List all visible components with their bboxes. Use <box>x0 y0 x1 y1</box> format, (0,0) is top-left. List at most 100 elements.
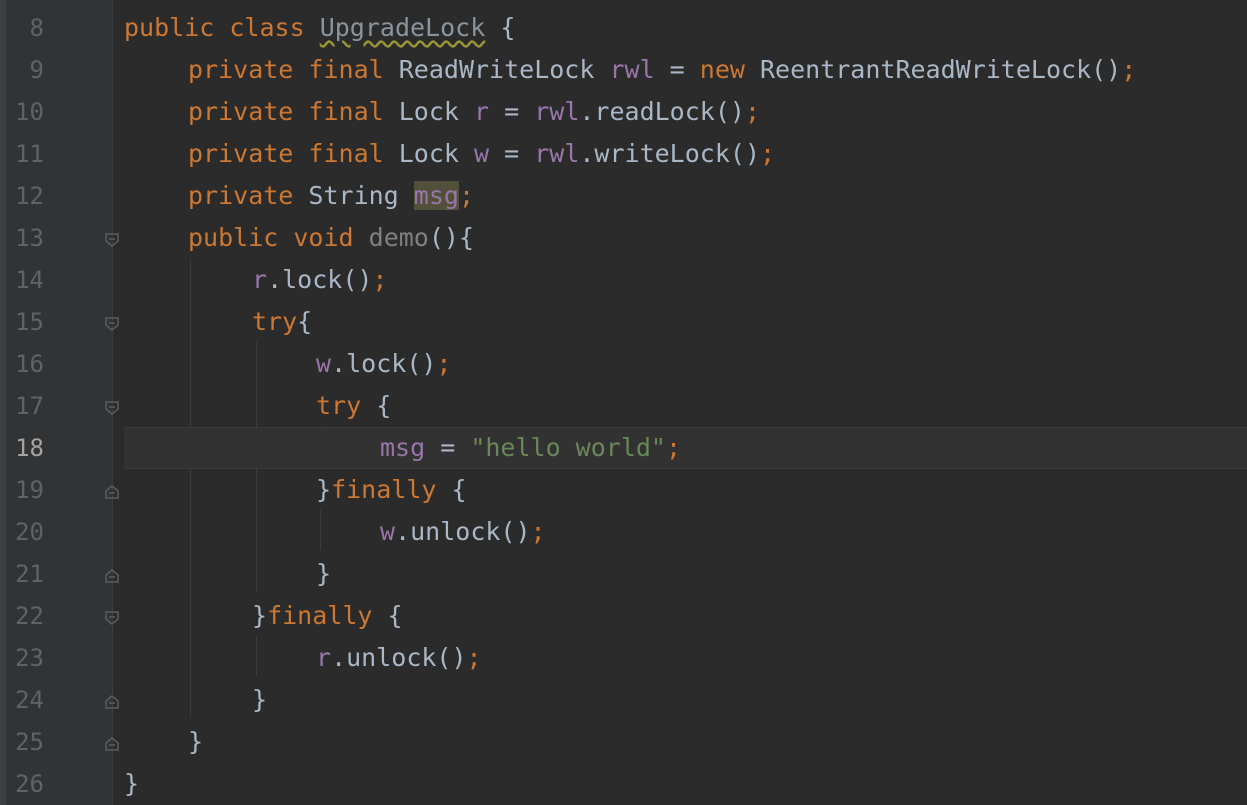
code-line[interactable]: 20 w.unlock(); <box>0 511 1247 553</box>
code-token: Lock <box>383 97 474 126</box>
semicolon: ; <box>466 643 482 672</box>
code-token: { <box>297 307 313 336</box>
code-text[interactable]: }finally { <box>316 475 467 505</box>
keyword: public <box>188 223 279 252</box>
keyword: finally <box>267 601 373 630</box>
code-token: String <box>293 181 414 210</box>
fold-collapse-icon[interactable] <box>103 609 121 627</box>
code-text[interactable]: private final Lock r = rwl.readLock(); <box>188 97 760 127</box>
semicolon: ; <box>458 181 474 210</box>
line-number: 19 <box>15 476 44 504</box>
code-token: (){ <box>428 223 475 252</box>
code-token: } <box>316 475 332 504</box>
code-line[interactable]: 19 }finally { <box>0 469 1247 511</box>
line-number: 22 <box>15 602 44 630</box>
code-text[interactable]: msg = "hello world"; <box>380 433 681 463</box>
field: r <box>252 265 268 294</box>
code-line[interactable]: 15 try{ <box>0 301 1247 343</box>
code-line[interactable]: 12 private String msg; <box>0 175 1247 217</box>
field: r <box>474 97 490 126</box>
line-number: 18 <box>15 434 44 462</box>
keyword: final <box>308 55 384 84</box>
semicolon: ; <box>760 139 776 168</box>
line-number: 14 <box>15 266 44 294</box>
current-code-line[interactable]: 18 msg = "hello world"; <box>0 427 1247 469</box>
fold-collapse-icon[interactable] <box>103 399 121 417</box>
code-token: = <box>425 433 471 462</box>
code-token: .unlock() <box>395 517 531 546</box>
code-token: .unlock() <box>331 643 467 672</box>
code-token: { <box>372 601 403 630</box>
fold-end-icon[interactable] <box>103 735 121 753</box>
keyword: public <box>124 13 215 42</box>
line-number: 11 <box>15 140 44 168</box>
code-text[interactable]: private final Lock w = rwl.writeLock(); <box>188 139 775 169</box>
line-number: 21 <box>15 560 44 588</box>
code-line[interactable]: 22 }finally { <box>0 595 1247 637</box>
code-text[interactable]: r.lock(); <box>252 265 387 295</box>
code-line[interactable]: 16 w.lock(); <box>0 343 1247 385</box>
semicolon: ; <box>530 517 546 546</box>
line-number: 16 <box>15 350 44 378</box>
code-text[interactable]: } <box>124 769 139 799</box>
code-line[interactable]: 21 } <box>0 553 1247 595</box>
fold-end-icon[interactable] <box>103 567 121 585</box>
field: w <box>380 517 396 546</box>
code-text[interactable]: private String msg; <box>188 181 474 211</box>
code-line[interactable]: 17 try { <box>0 385 1247 427</box>
code-text[interactable]: } <box>188 727 203 757</box>
code-editor[interactable]: 8 public class UpgradeLock { 9 private f… <box>0 0 1247 805</box>
code-token: { <box>436 475 467 504</box>
current-line-highlight <box>124 427 1247 469</box>
string-literal: "hello world" <box>470 433 666 462</box>
code-line[interactable]: 10 private final Lock r = rwl.readLock()… <box>0 91 1247 133</box>
code-text[interactable]: public void demo(){ <box>188 223 474 253</box>
code-text[interactable]: private final ReadWriteLock rwl = new Re… <box>188 55 1136 85</box>
line-number: 15 <box>15 308 44 336</box>
code-line[interactable]: 11 private final Lock w = rwl.writeLock(… <box>0 133 1247 175</box>
unused-method: demo <box>368 223 429 252</box>
class-name-warning[interactable]: UpgradeLock <box>320 13 486 42</box>
fold-collapse-icon[interactable] <box>103 231 121 249</box>
code-line[interactable]: 23 r.unlock(); <box>0 637 1247 679</box>
code-line[interactable]: 25 } <box>0 721 1247 763</box>
code-token: Lock <box>383 139 474 168</box>
code-text[interactable]: w.unlock(); <box>380 517 546 547</box>
fold-end-icon[interactable] <box>103 483 121 501</box>
field: rwl <box>534 97 580 126</box>
code-line[interactable]: 24 } <box>0 679 1247 721</box>
code-text[interactable]: }finally { <box>252 601 403 631</box>
keyword: class <box>229 13 305 42</box>
code-line[interactable]: 14 r.lock(); <box>0 259 1247 301</box>
semicolon: ; <box>436 349 452 378</box>
keyword: try <box>252 307 298 336</box>
code-token: = <box>654 55 700 84</box>
code-line[interactable]: 26 } <box>0 763 1247 805</box>
field: rwl <box>534 139 580 168</box>
code-text[interactable]: } <box>252 685 267 715</box>
code-text[interactable]: r.unlock(); <box>316 643 482 673</box>
highlighted-field: msg <box>413 181 459 210</box>
code-text[interactable]: } <box>316 559 331 589</box>
code-token: } <box>252 601 268 630</box>
code-line[interactable]: 9 private final ReadWriteLock rwl = new … <box>0 49 1247 91</box>
line-number: 24 <box>15 686 44 714</box>
code-line[interactable]: 13 public void demo(){ <box>0 217 1247 259</box>
line-number: 9 <box>29 56 44 84</box>
keyword: private <box>188 139 294 168</box>
code-text[interactable]: try{ <box>252 307 312 337</box>
code-line[interactable]: 8 public class UpgradeLock { <box>0 7 1247 49</box>
code-text[interactable]: public class UpgradeLock { <box>124 13 515 43</box>
code-token: = <box>489 139 535 168</box>
line-number: 23 <box>15 644 44 672</box>
code-text[interactable]: try { <box>316 391 391 421</box>
line-number: 12 <box>15 182 44 210</box>
fold-collapse-icon[interactable] <box>103 315 121 333</box>
fold-end-icon[interactable] <box>103 693 121 711</box>
code-token: } <box>124 769 140 798</box>
code-text[interactable]: w.lock(); <box>316 349 451 379</box>
